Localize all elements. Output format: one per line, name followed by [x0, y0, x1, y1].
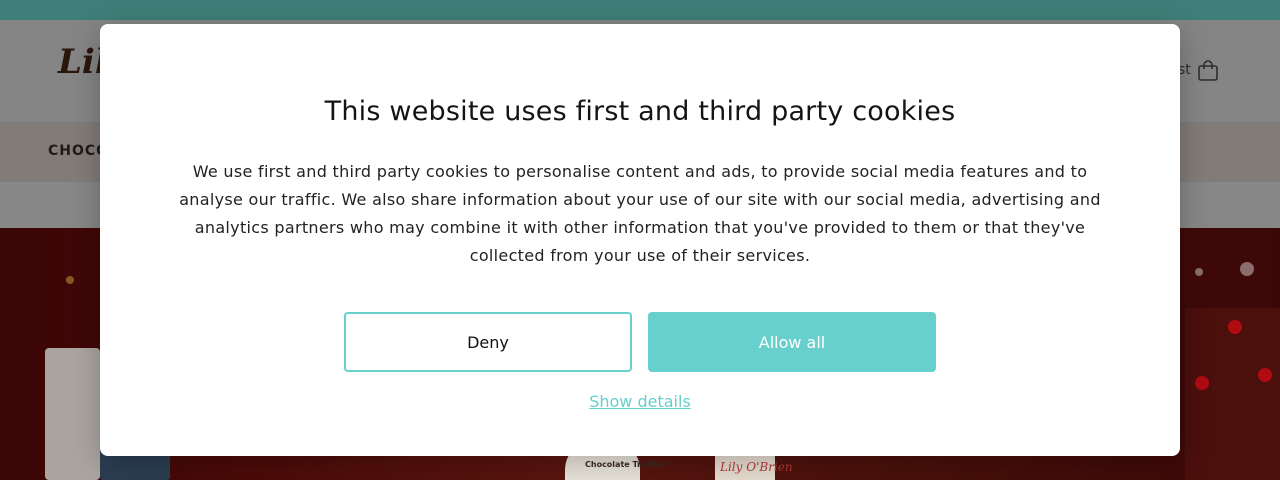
deny-button[interactable]: Deny: [344, 312, 632, 372]
cookie-dialog-description: We use first and third party cookies to …: [179, 162, 1101, 265]
cookie-consent-dialog: This website uses first and third party …: [100, 24, 1180, 456]
gift-box-image: [45, 348, 100, 480]
brand-label: Lily O'Brien: [720, 460, 793, 474]
show-details-link[interactable]: Show details: [100, 392, 1180, 411]
header-actions: st: [1178, 60, 1219, 81]
holly-berry: [1258, 368, 1272, 382]
holly-berry: [1195, 376, 1209, 390]
shopping-bag-icon[interactable]: [1197, 60, 1219, 81]
allow-all-button[interactable]: Allow all: [648, 312, 936, 372]
holly-berry: [1228, 320, 1242, 334]
bokeh-light: [66, 276, 74, 284]
announcement-bar: [0, 0, 1280, 20]
bokeh-light: [1195, 268, 1203, 276]
bokeh-light: [1240, 262, 1254, 276]
cookie-dialog-title: This website uses first and third party …: [324, 96, 956, 127]
truffle-label: Chocolate Truffles: [585, 460, 666, 469]
